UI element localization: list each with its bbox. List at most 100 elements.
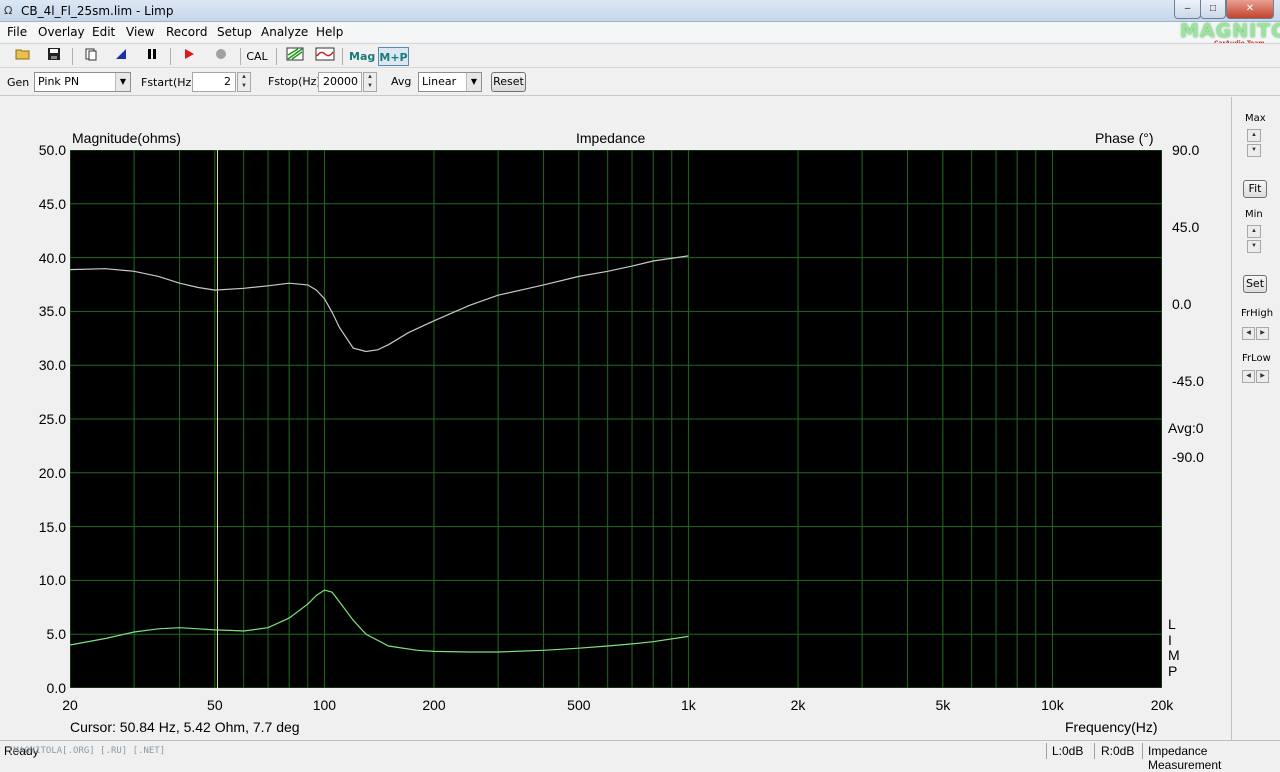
toolbar-separator (276, 48, 277, 65)
phase-tick-label: 0.0 (1172, 295, 1192, 312)
impedance-plot[interactable] (69, 149, 1163, 689)
limp-letter: L (1168, 616, 1176, 632)
close-button[interactable]: ✕ (1226, 0, 1274, 19)
frequency-tick-label: 2k (790, 697, 806, 713)
status-left-level: L:0dB (1052, 744, 1084, 758)
phase-tick-label: -90.0 (1172, 449, 1204, 466)
frequency-tick-label: 500 (567, 697, 591, 713)
fstop-input[interactable]: 20000 (318, 72, 362, 92)
minimize-button[interactable]: – (1174, 0, 1201, 19)
max-up-button[interactable]: ▲ (1247, 129, 1261, 142)
chevron-down-icon: ▼ (115, 73, 130, 91)
min-label: Min (1245, 209, 1263, 220)
play-icon[interactable] (180, 47, 198, 66)
set-button[interactable]: Set (1243, 275, 1267, 293)
magnitude-tick-label: 10.0 (38, 572, 66, 589)
magnitude-tick-label: 50.0 (38, 142, 66, 158)
chevron-down-icon: ▼ (466, 73, 481, 91)
frhigh-left-button[interactable]: ◀ (1242, 327, 1255, 340)
maximize-button[interactable]: □ (1200, 0, 1226, 19)
status-divider (1142, 743, 1143, 759)
title-bar: Ω CB_4l_Fl_25sm.lim - Limp – □ ✕ (0, 0, 1280, 22)
phase-tick-label: -45.0 (1172, 372, 1204, 389)
menu-bar: File Overlay Edit View Record Setup Anal… (0, 22, 1280, 42)
right-panel: Max ▲ ▼ Fit Min ▲ ▼ Set FrHigh ◀ ▶ FrLow… (1232, 97, 1280, 740)
marker-icon[interactable] (112, 47, 130, 66)
magnitude-axis-label: Magnitude(ohms) (72, 130, 181, 146)
max-label: Max (1245, 113, 1266, 124)
open-folder-icon[interactable] (14, 47, 32, 66)
status-divider (1094, 743, 1095, 759)
magnitude-tick-label: 15.0 (38, 518, 66, 535)
fstop-spinner[interactable]: ▲ ▼ (363, 72, 377, 92)
menu-setup[interactable]: Setup (217, 25, 252, 39)
curve-icon[interactable] (314, 47, 336, 66)
menu-view[interactable]: View (126, 25, 154, 39)
magnitude-tick-label: 0.0 (46, 680, 66, 696)
reset-button[interactable]: Reset (491, 72, 526, 92)
fstop-label: Fstop(Hz) (268, 75, 321, 88)
mag-button[interactable]: Mag (349, 47, 375, 66)
cal-button[interactable]: CAL (246, 47, 268, 66)
frequency-tick-label: 200 (422, 697, 446, 713)
limp-letter: I (1168, 631, 1172, 648)
toolbar-separator (342, 48, 343, 65)
avg-value: Linear (422, 75, 457, 88)
fstart-input[interactable]: 2 (192, 72, 236, 92)
avg-select[interactable]: Linear ▼ (418, 72, 482, 92)
logo-text: MAGNITOLA (1180, 20, 1280, 42)
fit-button[interactable]: Fit (1243, 180, 1267, 198)
menu-overlay[interactable]: Overlay (38, 25, 85, 39)
toolbar: CAL Mag M+P (0, 43, 1280, 68)
frequency-tick-label: 1k (681, 697, 696, 713)
frequency-tick-label: 20 (62, 697, 78, 713)
gen-select[interactable]: Pink PN ▼ (34, 72, 131, 92)
avg-label: Avg (391, 75, 412, 88)
plot-canvas (69, 149, 1163, 689)
menu-record[interactable]: Record (166, 25, 207, 39)
graph-title: Impedance (576, 130, 646, 146)
menu-edit[interactable]: Edit (92, 25, 115, 39)
menu-help[interactable]: Help (316, 25, 343, 39)
phase-tick-label: 90.0 (1172, 142, 1200, 158)
stop-icon[interactable] (212, 47, 230, 66)
limp-label: L I M P (1168, 616, 1180, 679)
save-icon[interactable] (45, 47, 63, 66)
magnitude-tick-label: 5.0 (46, 626, 66, 643)
frequency-tick-label: 50 (207, 697, 223, 713)
phase-tick-label: 45.0 (1172, 218, 1200, 235)
frlow-right-button[interactable]: ▶ (1256, 370, 1269, 383)
phase-curve (69, 255, 689, 353)
toolbar-separator (170, 48, 171, 65)
frequency-tick-label: 20k (1150, 697, 1174, 713)
min-up-button[interactable]: ▲ (1247, 225, 1261, 238)
frequency-tick-label: 100 (312, 697, 337, 713)
gen-label: Gen (7, 76, 30, 89)
grid-icon[interactable] (285, 47, 305, 66)
min-down-button[interactable]: ▼ (1247, 240, 1261, 253)
status-mode: Impedance Measurement (1148, 744, 1222, 772)
frlow-left-button[interactable]: ◀ (1242, 370, 1255, 383)
fstart-label: Fstart(Hz) (141, 76, 196, 89)
max-down-button[interactable]: ▼ (1247, 144, 1261, 157)
frlow-label: FrLow (1242, 353, 1271, 364)
magnitude-tick-label: 20.0 (38, 464, 66, 481)
magnitude-curve (69, 589, 689, 653)
mag-phase-button[interactable]: M+P (378, 47, 409, 66)
fstart-spinner[interactable]: ▲ ▼ (237, 72, 251, 92)
copy-icon[interactable] (82, 47, 100, 66)
toolbar-separator (72, 48, 73, 65)
toolbar-separator (240, 48, 241, 65)
frequency-axis-label: Frequency(Hz) (1065, 719, 1158, 735)
avg-readout: Avg:0 (1168, 420, 1204, 436)
menu-file[interactable]: File (7, 25, 27, 39)
status-bar: Ready [MAGNITOLA[.ORG] [.RU] [.NET] L:0d… (0, 740, 1280, 772)
limp-letter: P (1168, 662, 1178, 679)
magnitude-tick-label: 25.0 (38, 411, 66, 427)
menu-analyze[interactable]: Analyze (261, 25, 308, 39)
window-title: CB_4l_Fl_25sm.lim - Limp (21, 4, 174, 18)
generator-bar: Gen Pink PN ▼ Fstart(Hz) 2 ▲ ▼ Fstop(Hz) … (0, 68, 1280, 96)
pause-icon[interactable] (143, 47, 161, 66)
frhigh-right-button[interactable]: ▶ (1256, 327, 1269, 340)
gen-value: Pink PN (38, 75, 80, 88)
